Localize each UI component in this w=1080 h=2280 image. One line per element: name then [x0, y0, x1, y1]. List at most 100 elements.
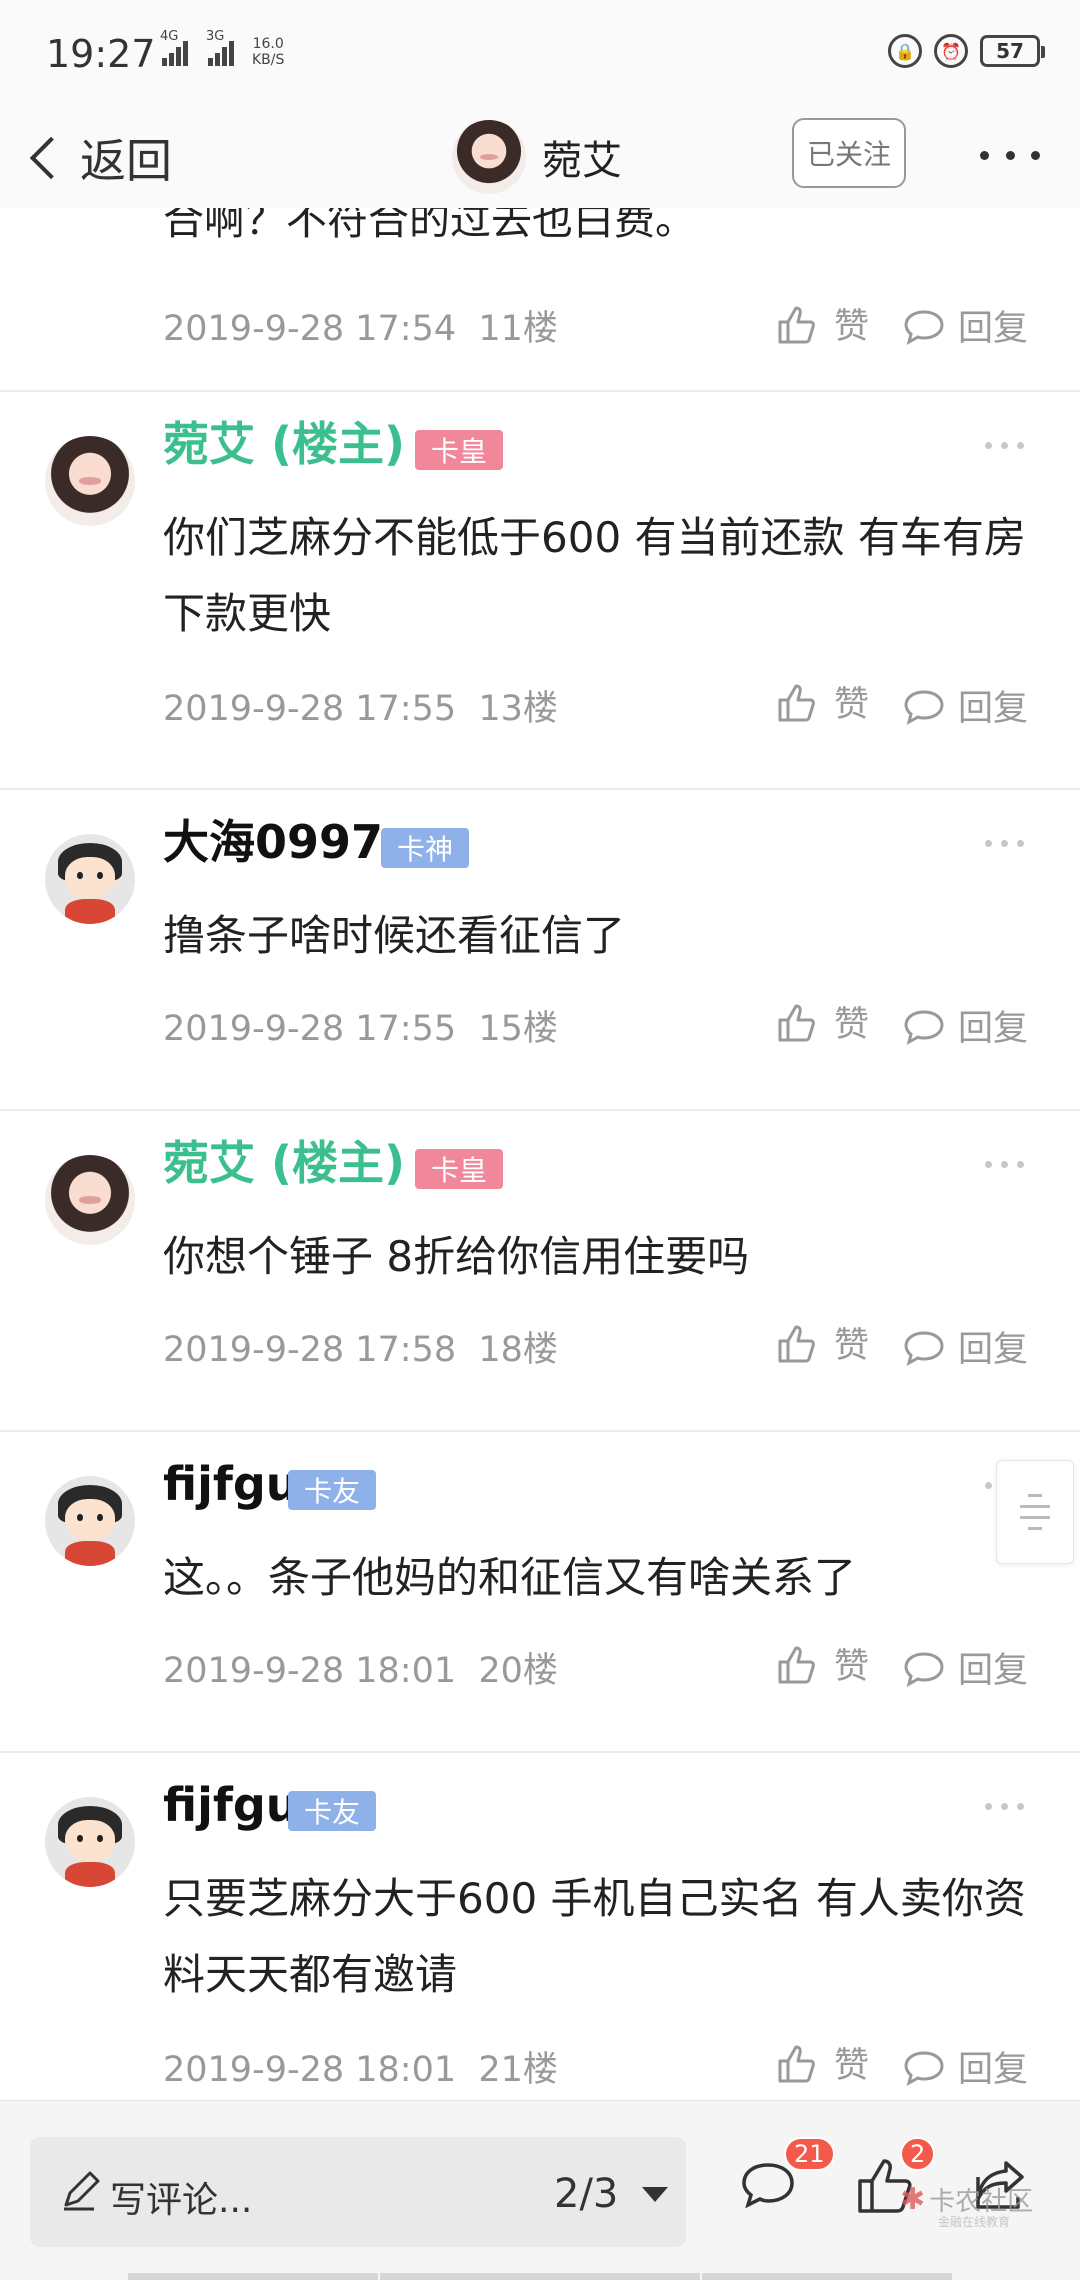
status-time: 19:27: [46, 32, 156, 76]
like-count-badge: 2: [900, 2137, 936, 2171]
reply-button[interactable]: 回复: [902, 1321, 1028, 1372]
comment-text: 只要芝麻分大于600 手机自己实名 有人卖你资料天天都有邀请: [163, 1874, 1026, 1999]
chevron-down-icon[interactable]: [642, 2187, 668, 2202]
reply-button[interactable]: 回复: [902, 2041, 1028, 2092]
more-icon[interactable]: [980, 130, 1040, 180]
watermark: ✱ 卡农社区 金融在线教育: [900, 2181, 1033, 2229]
chat-bubble-icon: [904, 1009, 944, 1045]
page-title: 菀艾: [542, 138, 622, 184]
comment-time: 2019-9-28 17:55: [163, 689, 457, 729]
list-item: 大海0997 卡神 撸条子啥时候还看征信了 2019-9-28 17:55 15…: [0, 790, 1080, 1111]
like-button[interactable]: 赞: [776, 676, 869, 727]
page-indicator[interactable]: 2/3: [554, 2171, 618, 2217]
net-speed: 16.0 KB/S: [252, 36, 284, 68]
comment-time: 2019-9-28 17:58: [163, 1330, 457, 1370]
reply-button[interactable]: 回复: [902, 1642, 1028, 1693]
reply-label: 回复: [958, 309, 1029, 349]
comment-author[interactable]: 菀艾 (楼主): [163, 414, 405, 474]
list-item: fijfgu 卡友 这。。条子他妈的和征信又有啥关系了 2019-9-28 18…: [0, 1432, 1080, 1753]
battery-icon: 57: [980, 35, 1045, 67]
thumb-up-icon: [778, 684, 815, 721]
like-label: 赞: [834, 685, 870, 725]
avatar[interactable]: [45, 1476, 135, 1566]
reply-button[interactable]: 回复: [902, 680, 1028, 731]
more-icon[interactable]: [985, 840, 1024, 847]
comment-meta: 2019-9-28 17:55 15楼: [163, 1000, 558, 1051]
comment-author[interactable]: fijfgu: [163, 1775, 299, 1835]
thumb-up-icon: [778, 306, 815, 343]
user-badge: 卡皇: [415, 430, 504, 470]
chat-bubble-icon: [904, 689, 944, 725]
comment-meta: 2019-9-28 18:01 21楼: [163, 2041, 558, 2092]
comment-time: 2019-9-28 17:55: [163, 1009, 457, 1049]
write-comment-label: 写评论...: [110, 2180, 253, 2221]
chat-bubble-icon: [904, 309, 944, 345]
more-icon[interactable]: [985, 1803, 1024, 1810]
comment-time: 2019-9-28 17:54: [163, 309, 457, 349]
watermark-subtext: 金融在线教育: [938, 2215, 1011, 2229]
avatar[interactable]: [45, 1155, 135, 1245]
thumb-up-icon: [778, 1004, 815, 1041]
comment-floor: 13楼: [478, 689, 558, 729]
reply-label: 回复: [958, 1651, 1029, 1691]
avatar[interactable]: [45, 834, 135, 924]
user-badge: 卡友: [288, 1791, 377, 1831]
comment-count-badge: 21: [784, 2137, 835, 2171]
comment-text: 这。。条子他妈的和征信又有啥关系了: [163, 1553, 857, 1602]
comment-author[interactable]: 大海0997: [163, 812, 383, 872]
battery-level: 57: [996, 39, 1024, 63]
user-badge: 卡神: [381, 828, 470, 868]
like-button[interactable]: 赞: [776, 1638, 869, 1689]
reply-label: 回复: [958, 1330, 1029, 1370]
user-badge: 卡皇: [415, 1149, 504, 1189]
reply-button[interactable]: 回复: [902, 300, 1028, 351]
like-label: 赞: [834, 307, 870, 347]
chat-bubble-icon: [904, 2050, 944, 2086]
comment-meta: 2019-9-28 17:55 13楼: [163, 680, 558, 731]
reply-button[interactable]: 回复: [902, 1000, 1028, 1051]
scroll-handle[interactable]: [996, 1460, 1074, 1564]
comment-text: 你们芝麻分不能低于600 有当前还款 有车有房 下款更快: [163, 513, 1026, 638]
more-icon[interactable]: [985, 1161, 1024, 1168]
like-label: 赞: [834, 1647, 870, 1687]
like-button[interactable]: 赞: [776, 1317, 869, 1368]
chat-bubble-icon: [904, 1330, 944, 1366]
follow-button[interactable]: 已关注: [792, 118, 906, 188]
comment-author[interactable]: fijfgu: [163, 1454, 299, 1514]
comment-meta: 2019-9-28 18:01 20楼: [163, 1642, 558, 1693]
lock-rotation-icon: 🔒: [888, 34, 922, 68]
like-label: 赞: [834, 2046, 870, 2086]
like-button[interactable]: 赞: [776, 2037, 869, 2088]
comment-author[interactable]: 菀艾 (楼主): [163, 1133, 405, 1193]
comment-text: 合啊？不符合的过去也白费。: [163, 208, 696, 244]
comment-time: 2019-9-28 18:01: [163, 2050, 457, 2090]
nav-bar: 返回 菀艾 已关注: [0, 108, 1080, 208]
back-chevron-icon: [29, 136, 73, 180]
avatar[interactable]: [45, 1797, 135, 1887]
thread-author[interactable]: 菀艾: [452, 112, 622, 202]
comment-floor: 11楼: [478, 309, 558, 349]
back-button[interactable]: 返回: [20, 118, 172, 198]
like-button[interactable]: 赞: [776, 298, 869, 349]
avatar[interactable]: [45, 436, 135, 526]
write-comment-input[interactable]: 写评论... 2/3: [30, 2137, 686, 2247]
net-speed-unit: KB/S: [252, 52, 285, 68]
list-item: 菀艾 (楼主) 卡皇 你想个锤子 8折给你信用住要吗 2019-9-28 17:…: [0, 1111, 1080, 1432]
alarm-icon: ⏰: [934, 34, 968, 68]
comment-meta: 2019-9-28 17:58 18楼: [163, 1321, 558, 1372]
signal-3g-icon: [206, 38, 236, 66]
like-label: 赞: [834, 1326, 870, 1366]
reply-label: 回复: [958, 1009, 1029, 1049]
pencil-icon: [64, 2171, 100, 2211]
comment-floor: 15楼: [478, 1009, 558, 1049]
like-button[interactable]: 赞: [776, 996, 869, 1047]
more-icon[interactable]: [985, 442, 1024, 449]
list-item: fijfgu 卡友 只要芝麻分大于600 手机自己实名 有人卖你资料天天都有邀请…: [0, 1753, 1080, 2092]
reply-label: 回复: [958, 2050, 1029, 2090]
list-item: 合啊？不符合的过去也白费。 2019-9-28 17:54 11楼 赞 回复: [0, 208, 1080, 392]
author-avatar: [452, 120, 526, 194]
comment-list: 合啊？不符合的过去也白费。 2019-9-28 17:54 11楼 赞 回复 菀…: [0, 208, 1080, 2092]
comment-floor: 18楼: [478, 1330, 558, 1370]
comment-text: 撸条子啥时候还看征信了: [163, 911, 626, 960]
list-item: 菀艾 (楼主) 卡皇 你们芝麻分不能低于600 有当前还款 有车有房 下款更快 …: [0, 392, 1080, 790]
